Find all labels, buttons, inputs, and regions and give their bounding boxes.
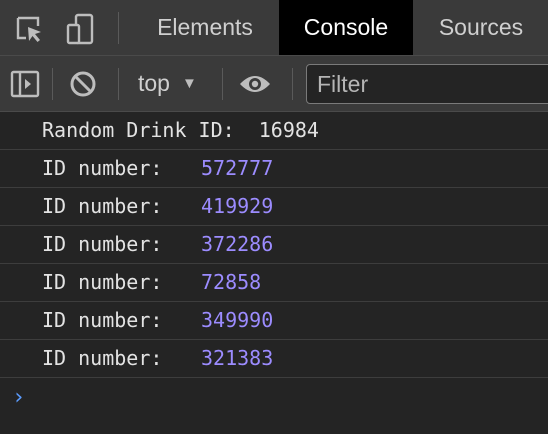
tab-elements-label: Elements: [157, 14, 253, 40]
console-log-row: ID number: 419929: [0, 188, 548, 226]
live-expression-icon[interactable]: [238, 67, 272, 101]
console-prompt-icon[interactable]: ›: [12, 385, 25, 410]
context-selector[interactable]: top ▼: [138, 66, 197, 100]
console-toolbar: top ▼: [0, 56, 548, 112]
tab-sources[interactable]: Sources: [420, 0, 542, 55]
log-label: ID number:: [42, 194, 163, 218]
device-toolbar-icon[interactable]: [64, 12, 98, 46]
log-label: ID number:: [42, 232, 163, 256]
clear-console-icon[interactable]: [66, 67, 100, 101]
tab-separator: [118, 12, 119, 44]
toolbar-separator: [118, 68, 119, 100]
console-log-row: ID number: 72858: [0, 264, 548, 302]
console-output: Random Drink ID: 16984 ID number: 572777…: [0, 112, 548, 378]
log-number: 321383: [201, 346, 274, 370]
tab-elements[interactable]: Elements: [140, 0, 270, 55]
tab-console[interactable]: Console: [279, 0, 413, 55]
console-log-row: Random Drink ID: 16984: [0, 112, 548, 150]
console-log-row: ID number: 572777: [0, 150, 548, 188]
toolbar-separator: [52, 68, 53, 100]
inspect-element-icon[interactable]: [12, 12, 46, 46]
console-log-row: ID number: 349990: [0, 302, 548, 340]
tab-console-label: Console: [303, 14, 389, 40]
log-number: 372286: [201, 232, 274, 256]
log-number: 419929: [201, 194, 274, 218]
log-label: ID number:: [42, 346, 163, 370]
tab-bar: Elements Console Sources: [0, 0, 548, 56]
tab-sources-label: Sources: [438, 14, 524, 40]
devtools-window: Elements Console Sources top ▼ Filter Ra…: [0, 0, 548, 434]
toolbar-separator: [292, 68, 293, 100]
log-label: ID number:: [42, 156, 163, 180]
toolbar-separator: [222, 68, 223, 100]
log-text: Random Drink ID: 16984: [42, 118, 319, 142]
filter-input[interactable]: [306, 64, 548, 104]
log-number: 72858: [201, 270, 262, 294]
log-label: ID number:: [42, 308, 163, 332]
show-sidebar-icon[interactable]: [8, 67, 42, 101]
log-label: ID number:: [42, 270, 163, 294]
console-log-row: ID number: 372286: [0, 226, 548, 264]
dropdown-arrow-icon: ▼: [181, 74, 197, 92]
log-number: 349990: [201, 308, 274, 332]
context-label: top: [138, 69, 170, 96]
log-number: 572777: [201, 156, 274, 180]
console-log-row: ID number: 321383: [0, 340, 548, 378]
